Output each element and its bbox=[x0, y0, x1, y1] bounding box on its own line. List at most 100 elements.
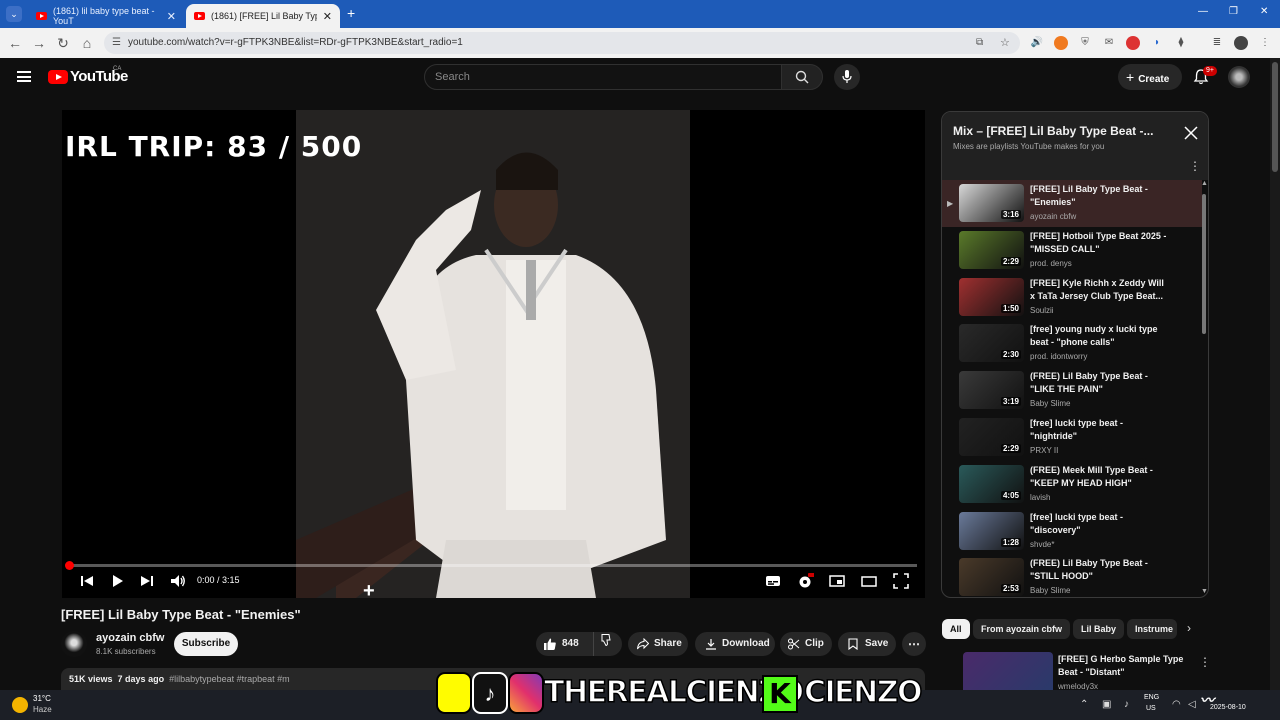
playlist-item[interactable]: 2:29 [FREE] Hotboii Type Beat 2025 - "MIS… bbox=[942, 227, 1202, 274]
playlist-item-thumbnail[interactable]: 2:30 bbox=[959, 324, 1024, 363]
home-icon[interactable]: ⌂ bbox=[78, 34, 96, 52]
playlist-item-thumbnail[interactable]: 1:28 bbox=[959, 511, 1024, 550]
playlist-item-title[interactable]: (FREE) Lil Baby Type Beat - "LIKE THE PA… bbox=[1030, 370, 1170, 396]
playlist-item-title[interactable]: (FREE) Meek Mill Type Beat - "KEEP MY HE… bbox=[1030, 464, 1170, 490]
browser-tab-1[interactable]: (1861) lil baby type beat - YouT ✕ bbox=[28, 4, 184, 28]
extension-orange-icon[interactable] bbox=[1054, 36, 1068, 50]
tray-mic-icon[interactable]: ♪ bbox=[1124, 699, 1129, 710]
shield-extension-icon[interactable]: ⛨ bbox=[1078, 36, 1092, 50]
chip-lil-baby[interactable]: Lil Baby bbox=[1073, 619, 1125, 639]
puzzle-extensions-icon[interactable]: ⧫ bbox=[1174, 36, 1188, 50]
scrollbar-thumb[interactable] bbox=[1272, 62, 1278, 172]
reading-list-icon[interactable]: ≣ bbox=[1210, 36, 1224, 50]
playlist-item-thumbnail[interactable]: 2:29 bbox=[959, 418, 1024, 456]
playlist-item[interactable]: 2:29 [free] lucki type beat - "nightride"… bbox=[942, 414, 1202, 461]
window-restore-icon[interactable]: ❐ bbox=[1229, 6, 1238, 17]
extension-blue-icon[interactable]: ◗ bbox=[1150, 36, 1164, 50]
playlist-scrollbar-thumb[interactable] bbox=[1202, 194, 1206, 334]
page-scrollbar[interactable] bbox=[1270, 58, 1280, 690]
previous-icon[interactable] bbox=[78, 572, 96, 590]
playlist-more-icon[interactable]: ⋮ bbox=[1189, 159, 1201, 173]
playlist-item-thumbnail[interactable]: 4:05 bbox=[959, 464, 1024, 503]
scroll-down-icon[interactable]: ▼ bbox=[1201, 588, 1208, 595]
playlist-item[interactable]: 2:53 (FREE) Lil Baby Type Beat - "STILL H… bbox=[942, 554, 1202, 597]
volume-icon[interactable] bbox=[169, 572, 187, 590]
browser-tab-2[interactable]: (1861) [FREE] Lil Baby Type Beat ✕ bbox=[186, 4, 340, 28]
playlist-item[interactable]: 3:19 (FREE) Lil Baby Type Beat - "LIKE TH… bbox=[942, 367, 1202, 414]
playlist-item[interactable]: 1:50 [FREE] Kyle Richh x Zeddy Will x TaT… bbox=[942, 274, 1202, 321]
playlist-item-thumbnail[interactable]: 1:50 bbox=[959, 277, 1024, 316]
subscribe-button[interactable]: Subscribe bbox=[174, 632, 238, 656]
scroll-up-icon[interactable]: ▲ bbox=[1201, 180, 1208, 187]
language-indicator[interactable]: ENG bbox=[1144, 694, 1159, 701]
tab-search-button[interactable]: ⌄ bbox=[6, 6, 22, 22]
close-icon[interactable] bbox=[1184, 126, 1198, 140]
new-tab-button[interactable]: + bbox=[347, 5, 355, 21]
settings-gear-icon[interactable] bbox=[796, 572, 814, 590]
channel-avatar[interactable] bbox=[61, 631, 87, 657]
chip-instrumental[interactable]: Instrume bbox=[1127, 619, 1177, 639]
recommendation-more-icon[interactable]: ⋮ bbox=[1199, 655, 1211, 669]
share-button[interactable]: Share bbox=[628, 632, 688, 656]
window-minimize-icon[interactable]: — bbox=[1198, 6, 1208, 17]
playlist-item[interactable]: ▶ 3:16 [FREE] Lil Baby Type Beat - "Enemie… bbox=[942, 180, 1202, 227]
search-button[interactable] bbox=[781, 64, 823, 90]
playlist-item-thumbnail[interactable]: 3:19 bbox=[959, 371, 1024, 410]
playlist-item-title[interactable]: [free] young nudy x lucki type beat - "p… bbox=[1030, 323, 1170, 349]
playlist-item-title[interactable]: [free] lucki type beat - "discovery" bbox=[1030, 511, 1170, 537]
search-input[interactable]: Search bbox=[424, 64, 782, 90]
create-button[interactable]: + Create bbox=[1118, 64, 1182, 90]
play-icon[interactable] bbox=[108, 572, 126, 590]
recommendation-thumbnail[interactable] bbox=[963, 652, 1053, 690]
playlist-item[interactable]: 2:30 [free] young nudy x lucki type beat … bbox=[942, 320, 1202, 367]
back-icon[interactable]: ← bbox=[6, 34, 24, 52]
download-button[interactable]: Download bbox=[695, 632, 775, 656]
speaker-icon[interactable]: ◁ bbox=[1188, 699, 1196, 710]
profile-avatar-icon[interactable] bbox=[1234, 36, 1248, 50]
playlist-title[interactable]: Mix – [FREE] Lil Baby Type Beat -... bbox=[953, 124, 1153, 138]
playlist-item-title[interactable]: (FREE) Lil Baby Type Beat - "STILL HOOD" bbox=[1030, 557, 1170, 583]
playlist-item-title[interactable]: [FREE] Lil Baby Type Beat - "Enemies" bbox=[1030, 183, 1170, 209]
window-close-icon[interactable]: ✕ bbox=[1260, 6, 1268, 17]
save-button[interactable]: Save bbox=[838, 632, 896, 656]
like-button[interactable]: 848 bbox=[536, 632, 594, 656]
youtube-logo-icon[interactable] bbox=[48, 70, 68, 84]
chevron-right-icon[interactable]: › bbox=[1187, 621, 1191, 635]
playlist-item[interactable]: 4:05 (FREE) Meek Mill Type Beat - "KEEP M… bbox=[942, 461, 1202, 508]
fullscreen-icon[interactable] bbox=[892, 572, 910, 590]
tab-close-icon[interactable]: ✕ bbox=[323, 10, 332, 23]
account-avatar[interactable] bbox=[1228, 66, 1250, 88]
tray-chevron-icon[interactable]: ⌃ bbox=[1080, 699, 1088, 710]
forward-icon[interactable]: → bbox=[30, 34, 48, 52]
playlist-item-title[interactable]: [FREE] Hotboii Type Beat 2025 - "MISSED … bbox=[1030, 230, 1170, 256]
install-icon[interactable]: ⧉ bbox=[976, 32, 983, 54]
tray-app-icon[interactable]: ▣ bbox=[1102, 699, 1111, 710]
description-tags[interactable]: #lilbabytypebeat #trapbeat #m bbox=[169, 674, 290, 684]
clock-date[interactable]: 2025-08-10 bbox=[1210, 704, 1246, 711]
next-icon[interactable] bbox=[138, 572, 156, 590]
address-bar[interactable]: ☰ youtube.com/watch?v=r-gFTPK3NBE&list=R… bbox=[104, 32, 1020, 54]
bookmark-star-icon[interactable]: ☆ bbox=[1000, 32, 1010, 54]
playlist-scrollbar[interactable]: ▲ ▼ bbox=[1201, 180, 1208, 595]
chip-from-channel[interactable]: From ayozain cbfw bbox=[973, 619, 1071, 639]
miniplayer-icon[interactable] bbox=[828, 572, 846, 590]
site-info-icon[interactable]: ☰ bbox=[112, 32, 121, 54]
voice-search-button[interactable] bbox=[834, 64, 860, 90]
chip-all[interactable]: All bbox=[942, 619, 970, 639]
channel-name[interactable]: ayozain cbfw bbox=[96, 632, 164, 644]
player-scrubber-handle[interactable] bbox=[65, 561, 74, 570]
more-actions-button[interactable]: ⋯ bbox=[902, 632, 926, 656]
player-progress-bar[interactable] bbox=[68, 564, 917, 567]
browser-menu-icon[interactable]: ⋮ bbox=[1258, 36, 1272, 50]
extension-red-icon[interactable] bbox=[1126, 36, 1140, 50]
subtitles-icon[interactable] bbox=[764, 572, 782, 590]
recommendation-title[interactable]: [FREE] G Herbo Sample Type Beat - "Dista… bbox=[1058, 653, 1188, 679]
playlist-item[interactable]: 1:28 [free] lucki type beat - "discovery"… bbox=[942, 508, 1202, 555]
wifi-icon[interactable]: ◠ bbox=[1172, 699, 1181, 710]
dislike-button[interactable] bbox=[594, 632, 612, 656]
reload-icon[interactable]: ↻ bbox=[54, 34, 72, 52]
tab-close-icon[interactable]: ✕ bbox=[167, 10, 176, 23]
weather-sun-icon[interactable] bbox=[12, 697, 28, 713]
video-player[interactable]: IRL TRIP: 83 / 500 bbox=[62, 110, 925, 598]
playlist-item-thumbnail[interactable]: 2:29 bbox=[959, 230, 1024, 269]
